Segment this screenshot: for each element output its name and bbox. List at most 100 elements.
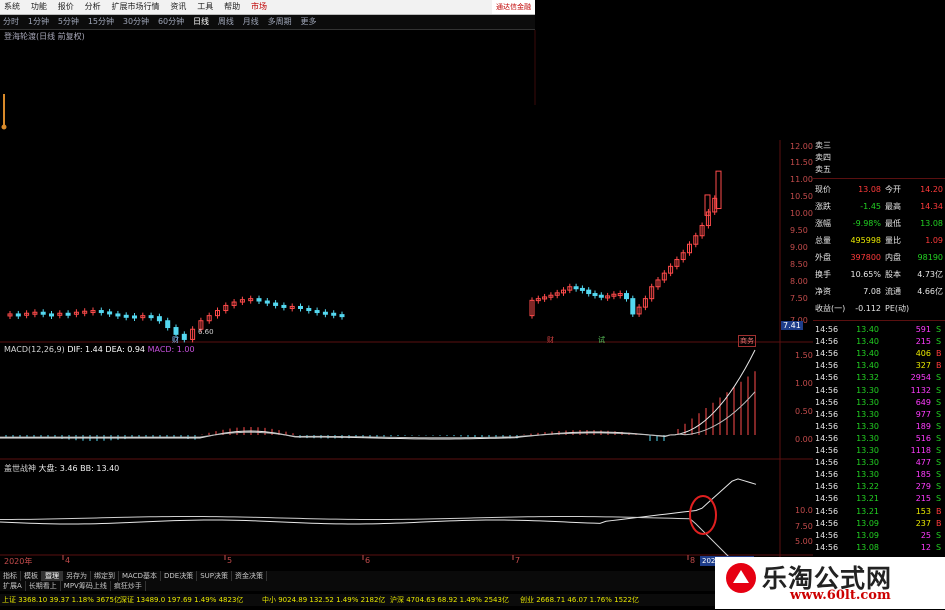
index-zx[interactable]: 中小 9024.89 132.52 1.49% 2182亿	[262, 594, 385, 606]
tab-template[interactable]: 模板	[21, 571, 42, 581]
tick-side: S	[936, 409, 942, 419]
menu-bar: 系统 功能 报价 分析 扩展市场行情 资讯 工具 帮助 市场	[0, 0, 535, 15]
bar-marker-bulb	[1, 124, 7, 130]
index-sz[interactable]: 深证 13489.0 197.69 1.49% 4823亿	[120, 594, 243, 606]
index-hs[interactable]: 沪深 4704.63 68.92 1.49% 2543亿	[390, 594, 509, 606]
tab-sup-decision[interactable]: SUP决策	[197, 571, 232, 581]
tick-price: 13.21	[856, 506, 879, 516]
menu-item-ext-market[interactable]: 扩展市场行情	[108, 0, 164, 14]
tick-volume: 516	[915, 433, 931, 443]
tick-row: 14:56 13.21 153 B	[813, 506, 945, 518]
tab-period-daily[interactable]: 日线	[190, 15, 212, 29]
tab-mpv[interactable]: MPV筹码上线	[61, 581, 111, 591]
quote-key: 收益(一)	[815, 304, 846, 313]
tab-period-15m[interactable]: 15分钟	[85, 15, 117, 29]
index-cy[interactable]: 创业 2668.71 46.07 1.76% 1522亿	[520, 594, 639, 606]
quote-key: PE(动)	[885, 304, 910, 313]
tick-price: 13.32	[856, 373, 879, 383]
macd-axis-label: 1.50	[795, 351, 813, 360]
tick-volume: 215	[915, 337, 931, 347]
indicator3-axis-label: 7.50	[795, 522, 813, 531]
tab-manage[interactable]: 暨理	[42, 571, 63, 581]
tab-crazy-trader[interactable]: 疯狂炒手	[111, 581, 146, 591]
quote-value: 397800	[850, 253, 881, 262]
price-axis-label: 7.50	[790, 294, 808, 303]
tick-time: 14:56	[815, 530, 839, 540]
macd-label: MACD(12,26,9)	[4, 345, 65, 354]
macd-value: MACD: 1.00	[147, 345, 195, 354]
candle-body	[598, 294, 604, 298]
menu-item-analysis[interactable]: 分析	[81, 0, 105, 14]
tick-row: 14:56 13.40 406 B	[813, 348, 945, 360]
menu-item-help[interactable]: 帮助	[220, 0, 244, 14]
menu-item-news[interactable]: 资讯	[166, 0, 190, 14]
quote-value: 4.66亿	[917, 287, 943, 296]
tab-period-60m[interactable]: 60分钟	[155, 15, 187, 29]
tick-price: 13.09	[856, 518, 879, 528]
event-marker[interactable]: 商务	[738, 335, 756, 347]
candle-body	[256, 298, 262, 302]
menu-item-tools[interactable]: 工具	[193, 0, 217, 14]
menu-item-market[interactable]: 市场	[247, 0, 271, 14]
tab-period-more[interactable]: 更多	[298, 15, 320, 29]
tab-bind-to[interactable]: 绑定到	[91, 571, 119, 581]
tick-price: 13.30	[856, 421, 879, 431]
tick-price: 13.30	[856, 446, 879, 455]
candle-body	[165, 320, 171, 329]
tab-period-multi[interactable]: 多周期	[265, 15, 295, 29]
tab-period-monthly[interactable]: 月线	[240, 15, 262, 29]
tab-ext-a[interactable]: 扩展A	[0, 581, 26, 591]
tick-volume: 185	[915, 470, 931, 480]
quote-value: 14.34	[920, 202, 943, 211]
tab-period-1m[interactable]: 1分钟	[25, 15, 52, 29]
tick-row: 14:56 13.30 977 S	[813, 409, 945, 421]
tab-dde-decision[interactable]: DDE决策	[161, 571, 198, 581]
event-marker[interactable]: 财	[547, 335, 554, 345]
tab-period-fenshi[interactable]: 分时	[0, 15, 22, 29]
watermark-url: www.60lt.com	[790, 588, 891, 603]
kline-chart-area[interactable]	[0, 30, 813, 575]
tick-row: 14:56 13.08 12 S	[813, 542, 945, 554]
tab-period-30m[interactable]: 30分钟	[120, 15, 152, 29]
tick-row: 14:56 13.22 279 S	[813, 481, 945, 493]
period-bar: 分时 1分钟 5分钟 15分钟 30分钟 60分钟 日线 周线 月线 多周期 更…	[0, 15, 535, 30]
tab-fund-decision[interactable]: 资金决策	[232, 571, 267, 581]
index-sh[interactable]: 上证 3368.10 39.37 1.18% 3675亿	[2, 594, 121, 606]
tab-macd-basic[interactable]: MACD基本	[119, 571, 161, 581]
menu-item-function[interactable]: 功能	[27, 0, 51, 14]
tick-side: S	[936, 494, 942, 504]
macd-axis-label: 0.00	[795, 435, 813, 444]
tick-row: 14:56 13.30 185 S	[813, 469, 945, 481]
tick-row: 14:56 13.40 327 B	[813, 360, 945, 372]
tab-period-5m[interactable]: 5分钟	[55, 15, 82, 29]
quote-key: 今开	[885, 185, 901, 194]
quote-key: 涨幅	[815, 219, 831, 228]
tab-save-as[interactable]: 另存为	[63, 571, 91, 581]
tick-row: 14:56 13.30 516 S	[813, 433, 945, 445]
tab-period-weekly[interactable]: 周线	[215, 15, 237, 29]
candle-body	[65, 312, 71, 316]
tick-price: 13.21	[856, 494, 879, 504]
tick-side: S	[936, 397, 942, 407]
candle-body	[40, 311, 46, 315]
quote-row: 总量 495998 量比 1.09	[813, 235, 945, 247]
tab-indicator[interactable]: 指标	[0, 571, 21, 581]
event-marker[interactable]: 试	[598, 335, 605, 345]
quote-key: 股本	[885, 270, 901, 279]
menu-item-quote[interactable]: 报价	[54, 0, 78, 14]
macd-dif-value: DIF: 1.44	[67, 345, 103, 354]
tick-row: 14:56 13.40 215 S	[813, 336, 945, 348]
tick-side: B	[936, 506, 942, 516]
tick-price: 13.22	[856, 482, 879, 492]
quote-value: 4.73亿	[917, 270, 943, 279]
tick-time: 14:56	[815, 397, 839, 407]
tab-long-term[interactable]: 长期看上	[26, 581, 61, 591]
tick-time: 14:56	[815, 421, 839, 431]
quote-row: 换手 10.65% 股本 4.73亿	[813, 269, 945, 281]
quote-key: 内盘	[885, 253, 901, 262]
indicator3-bb: BB: 13.40	[80, 464, 120, 473]
tick-price: 13.30	[856, 470, 879, 480]
menu-item-system[interactable]: 系统	[0, 0, 24, 14]
event-marker[interactable]: 财	[172, 335, 179, 345]
candle-body	[107, 311, 113, 315]
